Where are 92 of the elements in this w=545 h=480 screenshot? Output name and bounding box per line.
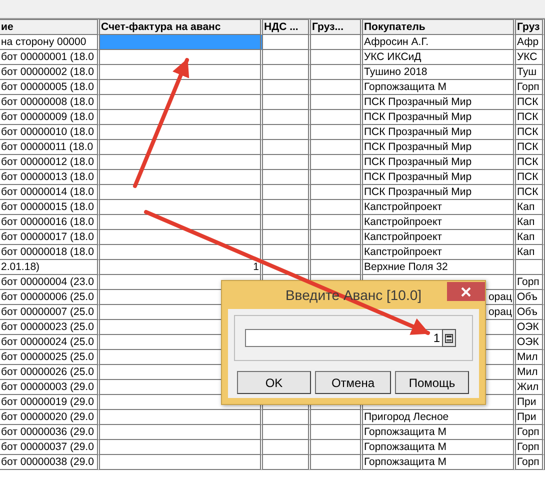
calculator-icon [445, 334, 453, 342]
table-cell: ПСК Прозрачный Мир [363, 170, 516, 185]
table-cell: бот 00000024 (25.0 [0, 335, 100, 350]
table-cell: Афр [516, 35, 545, 50]
table-cell: Горпожзащита М [363, 80, 516, 95]
table-cell: ПСК [516, 170, 545, 185]
table-cell: бот 00000025 (25.0 [0, 350, 100, 365]
table-cell: бот 00000007 (25.0 [0, 305, 100, 320]
table-cell: бот 00000020 (29.0 [0, 410, 100, 425]
table-cell: бот 00000001 (18.0 [0, 50, 100, 65]
table-cell: бот 00000003 (29.0 [0, 380, 100, 395]
close-icon [461, 286, 471, 296]
table-cell: Верхние Поля 32 [363, 260, 516, 275]
table-cell: бот 00000004 (23.0 [0, 275, 100, 290]
table-cell: Кап [516, 215, 545, 230]
table-cell: Горпожзащита М [363, 425, 516, 440]
column-header[interactable]: Покупатель [363, 19, 516, 35]
table-cell: Тушино 2018 [363, 65, 516, 80]
table-cell: бот 00000026 (25.0 [0, 365, 100, 380]
table-cell: Горп [516, 440, 545, 455]
table-cell: ПСК [516, 110, 545, 125]
table-cell: бот 00000013 (18.0 [0, 170, 100, 185]
table-cell: Горп [516, 80, 545, 95]
table-cell: Кап [516, 230, 545, 245]
table-cell: бот 00000012 (18.0 [0, 155, 100, 170]
calculator-button[interactable] [442, 329, 456, 347]
table-cell: бот 00000019 (29.0 [0, 395, 100, 410]
table-cell: ПСК Прозрачный Мир [363, 185, 516, 200]
table-cell: ПСК Прозрачный Мир [363, 125, 516, 140]
table-cell: УКС ИКСиД [363, 50, 516, 65]
table-cell: Кап [516, 200, 545, 215]
table-cell: При [516, 395, 545, 410]
table-cell: бот 00000037 (29.0 [0, 440, 100, 455]
table-cell: ПСК Прозрачный Мир [363, 95, 516, 110]
dialog-button[interactable]: Отмена [315, 371, 391, 394]
column-header[interactable]: Счет-фактура на аванс [100, 19, 263, 35]
table-cell: Капстройпроект [363, 200, 516, 215]
table-cell: Объ [516, 290, 545, 305]
column-header[interactable]: Груз... [311, 19, 363, 35]
table-cell: бот 00000009 (18.0 [0, 110, 100, 125]
table-cell: ПСК [516, 140, 545, 155]
table-cell: бот 00000017 (18.0 [0, 230, 100, 245]
table-cell: Горпожзащита М [363, 440, 516, 455]
table-cell: Капстройпроект [363, 230, 516, 245]
table-cell: Горп [516, 455, 545, 470]
table-cell: бот 00000015 (18.0 [0, 200, 100, 215]
table-cell: Туш [516, 65, 545, 80]
table-cell: ПСК [516, 95, 545, 110]
column-header[interactable]: Груз [516, 19, 545, 35]
table-cell: ПСК [516, 185, 545, 200]
table-cell: Горпожзащита М [363, 455, 516, 470]
amount-field[interactable]: 1 [245, 329, 442, 347]
table-cell: Капстройпроект [363, 245, 516, 260]
close-button[interactable] [447, 282, 485, 301]
table-cell: ПСК Прозрачный Мир [363, 110, 516, 125]
table-cell: ПСК [516, 155, 545, 170]
table-cell: бот 00000008 (18.0 [0, 95, 100, 110]
table-cell: Жил [516, 380, 545, 395]
selected-cell[interactable] [100, 35, 263, 50]
table-cell: 2.01.18) [0, 260, 100, 275]
table-cell: ПСК Прозрачный Мир [363, 140, 516, 155]
table-cell: Капстройпроект [363, 215, 516, 230]
table-cell: Пригород Лесное [363, 410, 516, 425]
table-cell: Мил [516, 350, 545, 365]
table-cell: Кап [516, 245, 545, 260]
table-cell: бот 00000011 (18.0 [0, 140, 100, 155]
table-cell: При [516, 410, 545, 425]
table-cell: бот 00000002 (18.0 [0, 65, 100, 80]
table-cell: бот 00000006 (25.0 [0, 290, 100, 305]
table-cell: Мил [516, 365, 545, 380]
table-cell: бот 00000018 (18.0 [0, 245, 100, 260]
dialog-button[interactable]: Помощь [395, 371, 469, 394]
table-cell: 1 [100, 260, 263, 275]
dialog-button[interactable]: OK [237, 371, 311, 394]
table-cell: бот 00000023 (25.0 [0, 320, 100, 335]
table-cell: Объ [516, 305, 545, 320]
table-cell: бот 00000014 (18.0 [0, 185, 100, 200]
table-cell: бот 00000016 (18.0 [0, 215, 100, 230]
table-cell: Афросин А.Г. [363, 35, 516, 50]
table-cell: ОЭК [516, 335, 545, 350]
table-cell: бот 00000038 (29.0 [0, 455, 100, 470]
column-header[interactable]: ие [0, 19, 100, 35]
column-header[interactable]: НДС ... [263, 19, 311, 35]
table-cell: УКС [516, 50, 545, 65]
table-cell: бот 00000036 (29.0 [0, 425, 100, 440]
table-cell: Горп [516, 425, 545, 440]
table-cell: ПСК Прозрачный Мир [363, 155, 516, 170]
table-cell: бот 00000005 (18.0 [0, 80, 100, 95]
table-cell: ОЭК [516, 320, 545, 335]
table-cell: бот 00000010 (18.0 [0, 125, 100, 140]
table-cell: ПСК [516, 125, 545, 140]
table-cell: Горп [516, 275, 545, 290]
